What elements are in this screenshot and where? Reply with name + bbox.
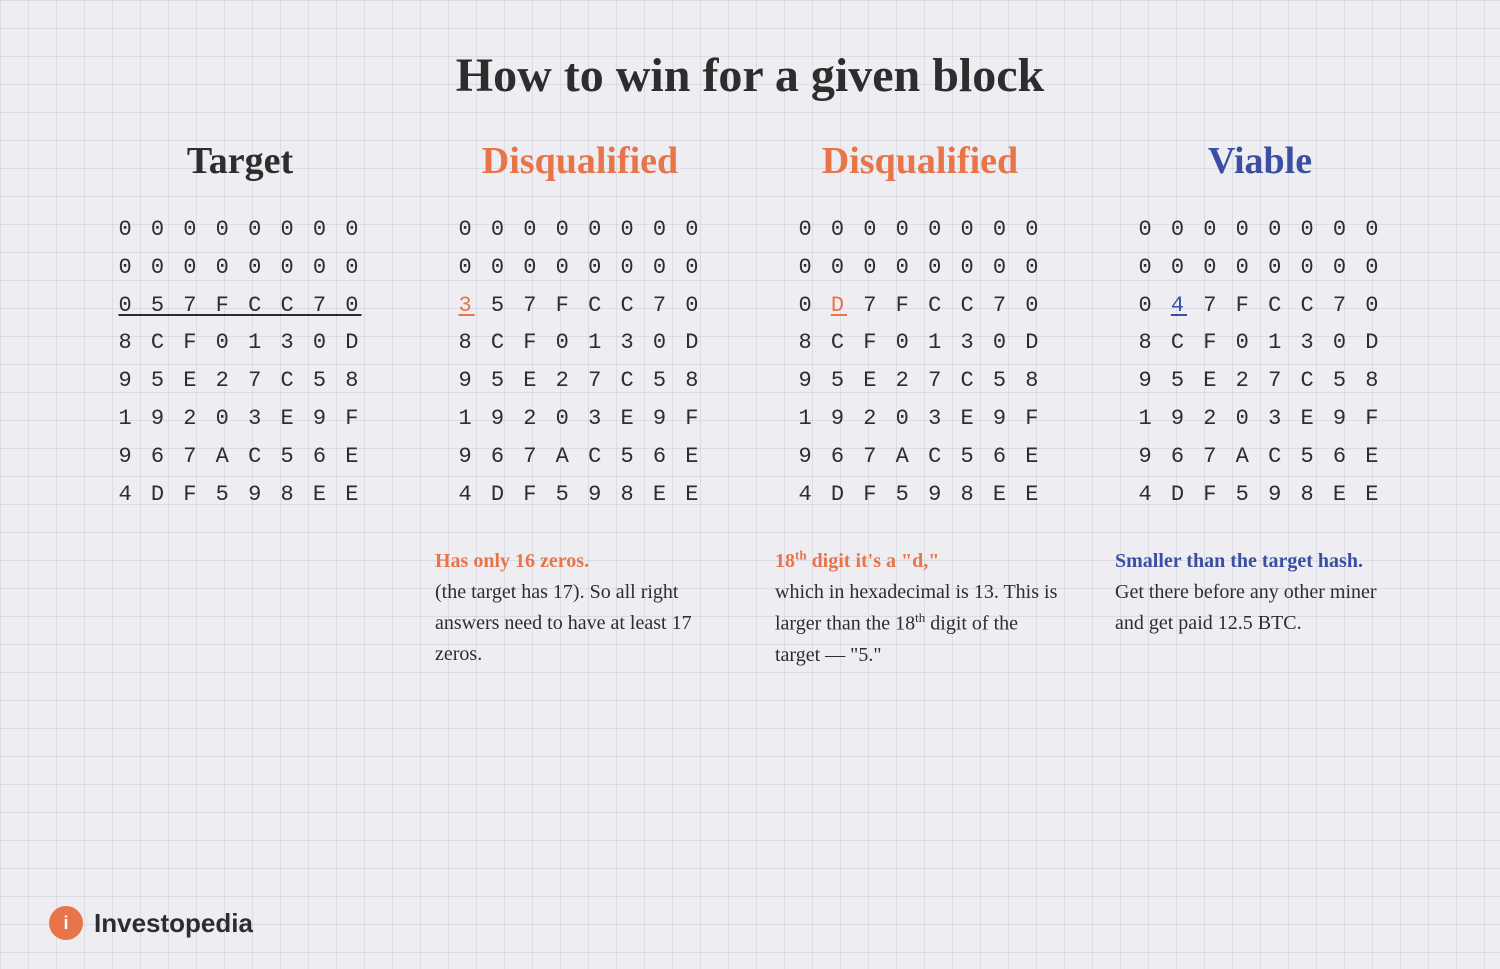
logo: i Investopedia (48, 905, 253, 941)
col-header-disqualified1: Disqualified (482, 139, 678, 183)
highlight-char: 4 (1171, 293, 1187, 318)
column-viable: Viable 0 0 0 0 0 0 0 0 0 0 0 0 0 0 0 0 0… (1090, 139, 1430, 639)
hash-row: 9 5 E 2 7 C 5 8 (118, 362, 361, 400)
hash-row: 0 0 0 0 0 0 0 0 (1138, 211, 1381, 249)
hash-row: 9 5 E 2 7 C 5 8 (458, 362, 701, 400)
hash-row: 9 5 E 2 7 C 5 8 (798, 362, 1041, 400)
hash-row: 0 0 0 0 0 0 0 0 (1138, 249, 1381, 287)
explanation-highlight: Has only 16 zeros. (435, 550, 589, 572)
col-header-target: Target (187, 139, 293, 183)
page-title: How to win for a given block (0, 0, 1500, 139)
hash-row: 9 6 7 A C 5 6 E (458, 438, 701, 476)
hash-row: 4 D F 5 9 8 E E (458, 476, 701, 514)
column-disqualified2: Disqualified 0 0 0 0 0 0 0 0 0 0 0 0 0 0… (750, 139, 1090, 671)
hash-row: 8 C F 0 1 3 0 D (798, 324, 1041, 362)
col-header-viable: Viable (1208, 139, 1312, 183)
hash-row: 9 5 E 2 7 C 5 8 (1138, 362, 1381, 400)
hash-row: 1 9 2 0 3 E 9 F (1138, 400, 1381, 438)
hash-row: 1 9 2 0 3 E 9 F (798, 400, 1041, 438)
hash-row: 8 C F 0 1 3 0 D (1138, 324, 1381, 362)
hash-row: 9 6 7 A C 5 6 E (1138, 438, 1381, 476)
explanation-highlight: Smaller than the target hash. (1115, 550, 1363, 572)
column-disqualified1: Disqualified 0 0 0 0 0 0 0 0 0 0 0 0 0 0… (410, 139, 750, 670)
explanation-highlight: 18th digit it's a "d," (775, 550, 939, 572)
hash-row: 0 0 0 0 0 0 0 0 (118, 211, 361, 249)
hash-block-viable: 0 0 0 0 0 0 0 0 0 0 0 0 0 0 0 0 0 4 7 F … (1138, 211, 1381, 514)
explanation-disqualified2: 18th digit it's a "d," which in hexadeci… (775, 546, 1065, 671)
columns-wrapper: Target 0 0 0 0 0 0 0 0 0 0 0 0 0 0 0 0 0… (0, 139, 1500, 671)
highlight-char: D (831, 293, 847, 318)
hash-row: 4 D F 5 9 8 E E (798, 476, 1041, 514)
hash-row: 8 C F 0 1 3 0 D (118, 324, 361, 362)
hash-block-target: 0 0 0 0 0 0 0 0 0 0 0 0 0 0 0 0 0 5 7 F … (118, 211, 361, 514)
hash-row: 0 0 0 0 0 0 0 0 (458, 211, 701, 249)
svg-text:i: i (63, 913, 68, 933)
highlight-char: 3 (458, 293, 474, 318)
column-target: Target 0 0 0 0 0 0 0 0 0 0 0 0 0 0 0 0 0… (70, 139, 410, 514)
col-header-disqualified2: Disqualified (822, 139, 1018, 183)
hash-row: 1 9 2 0 3 E 9 F (118, 400, 361, 438)
investopedia-logo-icon: i (48, 905, 84, 941)
hash-row-special: 3 5 7 F C C 7 0 (458, 287, 701, 325)
logo-text: Investopedia (94, 908, 253, 939)
hash-block-disqualified2: 0 0 0 0 0 0 0 0 0 0 0 0 0 0 0 0 0 D 7 F … (798, 211, 1041, 514)
hash-row-special: 0 D 7 F C C 7 0 (798, 287, 1041, 325)
hash-row: 1 9 2 0 3 E 9 F (458, 400, 701, 438)
hash-row: 8 C F 0 1 3 0 D (458, 324, 701, 362)
hash-row: 0 0 0 0 0 0 0 0 (458, 249, 701, 287)
hash-row: 9 6 7 A C 5 6 E (798, 438, 1041, 476)
hash-row: 9 6 7 A C 5 6 E (118, 438, 361, 476)
hash-row: 4 D F 5 9 8 E E (1138, 476, 1381, 514)
hash-row-special: 0 5 7 F C C 7 0 (118, 287, 361, 325)
hash-block-disqualified1: 0 0 0 0 0 0 0 0 0 0 0 0 0 0 0 0 3 5 7 F … (458, 211, 701, 514)
hash-row: 4 D F 5 9 8 E E (118, 476, 361, 514)
hash-row: 0 0 0 0 0 0 0 0 (118, 249, 361, 287)
hash-row: 0 0 0 0 0 0 0 0 (798, 249, 1041, 287)
hash-row: 0 0 0 0 0 0 0 0 (798, 211, 1041, 249)
explanation-viable: Smaller than the target hash. Get there … (1115, 546, 1405, 639)
hash-row-special: 0 4 7 F C C 7 0 (1138, 287, 1381, 325)
explanation-disqualified1: Has only 16 zeros. (the target has 17). … (435, 546, 725, 670)
